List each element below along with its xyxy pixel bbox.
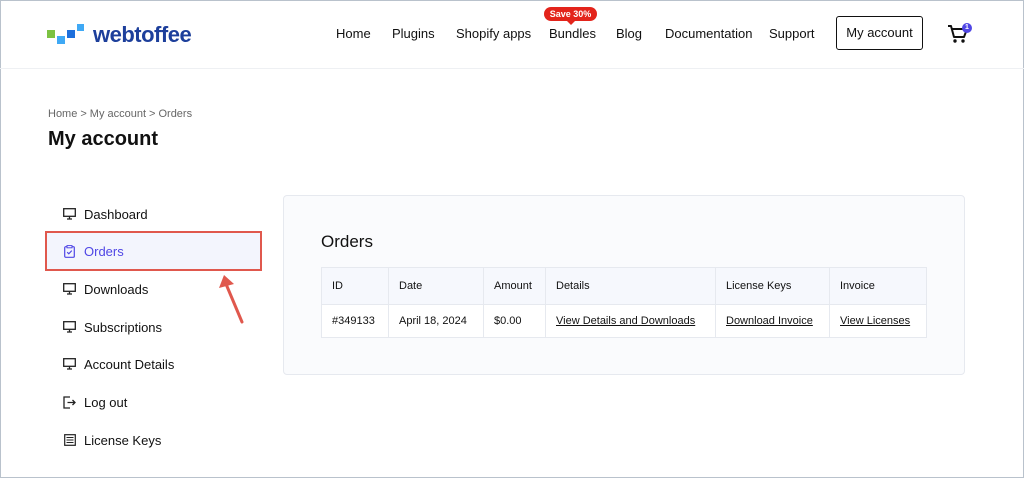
column-header-date: Date — [388, 267, 484, 305]
monitor-icon — [63, 283, 76, 296]
breadcrumb-separator: > — [80, 108, 87, 120]
column-header-amount: Amount — [483, 267, 546, 305]
annotation-arrow-icon — [219, 275, 244, 324]
nav-shopify-apps[interactable]: Shopify apps — [456, 26, 531, 41]
brand-name: webtoffee — [93, 22, 192, 47]
column-header-id: ID — [321, 267, 389, 305]
header-divider — [0, 68, 1024, 69]
monitor-icon — [63, 358, 76, 371]
sidebar-item-license-keys[interactable]: License Keys — [47, 421, 262, 459]
column-header-license-keys: License Keys — [715, 267, 830, 305]
page-title: My account — [48, 128, 159, 150]
nav-bundles[interactable]: Bundles — [549, 26, 596, 41]
site-header: webtoffee Save 30% Home Plugins Shopify … — [0, 0, 1024, 68]
order-license-cell: Download Invoice — [715, 304, 830, 338]
view-details-link[interactable]: View Details and Downloads — [556, 315, 695, 327]
breadcrumb-my-account[interactable]: My account — [90, 108, 146, 120]
key-list-icon — [63, 434, 76, 447]
view-licenses-link[interactable]: View Licenses — [840, 315, 910, 327]
nav-support[interactable]: Support — [769, 26, 815, 41]
sidebar-item-dashboard[interactable]: Dashboard — [47, 195, 262, 233]
breadcrumb-separator: > — [149, 108, 156, 120]
order-details-cell: View Details and Downloads — [545, 304, 716, 338]
sidebar-item-label: Account Details — [84, 356, 175, 372]
sidebar-item-label: Subscriptions — [84, 319, 163, 335]
sidebar-item-label: License Keys — [84, 432, 162, 448]
column-header-details: Details — [545, 267, 716, 305]
download-invoice-link[interactable]: Download Invoice — [726, 315, 813, 327]
table-header-row: ID Date Amount Details License Keys Invo… — [321, 267, 927, 305]
breadcrumb: Home > My account > Orders — [48, 108, 192, 120]
sidebar-item-account-details[interactable]: Account Details — [47, 345, 262, 383]
order-amount: $0.00 — [483, 304, 546, 338]
order-id: #349133 — [321, 304, 389, 338]
sidebar-item-label: Downloads — [84, 281, 149, 297]
promo-badge: Save 30% — [544, 7, 597, 25]
sidebar-item-log-out[interactable]: Log out — [47, 383, 262, 421]
monitor-icon — [63, 321, 76, 334]
annotation-highlight-box — [45, 231, 262, 271]
nav-blog[interactable]: Blog — [616, 26, 642, 41]
orders-table: ID Date Amount Details License Keys Invo… — [321, 267, 927, 338]
sidebar-item-label: Dashboard — [84, 206, 148, 222]
nav-documentation[interactable]: Documentation — [665, 26, 752, 41]
cart-count-badge: 1 — [962, 23, 972, 33]
brand-logo[interactable]: webtoffee — [47, 22, 192, 48]
breadcrumb-home[interactable]: Home — [48, 108, 77, 120]
nav-plugins[interactable]: Plugins — [392, 26, 435, 41]
breadcrumb-current: Orders — [158, 108, 193, 120]
orders-title: Orders — [321, 232, 373, 251]
order-invoice-cell: View Licenses — [829, 304, 927, 338]
logo-mark-icon — [47, 24, 89, 46]
nav-home[interactable]: Home — [336, 26, 371, 41]
table-row: #349133 April 18, 2024 $0.00 View Detail… — [321, 304, 927, 338]
sidebar-item-label: Log out — [84, 394, 128, 410]
order-date: April 18, 2024 — [388, 304, 484, 338]
monitor-icon — [63, 208, 76, 221]
my-account-button[interactable]: My account — [836, 16, 923, 50]
column-header-invoice: Invoice — [829, 267, 927, 305]
logout-icon — [63, 395, 76, 409]
